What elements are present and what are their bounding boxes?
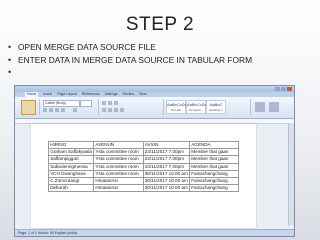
change-styles-icon[interactable] [255, 102, 265, 112]
italic-icon[interactable] [49, 108, 53, 112]
align-center-icon[interactable] [108, 108, 112, 112]
table-cell[interactable]: 30/11/2017 10.00 am [142, 184, 191, 193]
bullet-list: • OPEN MERGE DATA SOURCE FILE • ENTER DA… [8, 41, 318, 79]
style-name: Normal [171, 108, 181, 112]
style-name: No Spaci... [188, 108, 204, 112]
status-text: Page: 1 of 1 Words: 95 English (India) [18, 231, 78, 235]
bold-icon[interactable] [43, 108, 47, 112]
word-screenshot: Home Insert Page Layout References Maili… [14, 85, 295, 237]
multilevel-list-icon[interactable] [114, 101, 118, 105]
align-left-icon[interactable] [102, 108, 106, 112]
table-cell[interactable]: 23/11/2017 7.00pm [142, 162, 191, 171]
window-controls [275, 87, 292, 91]
table-row: Sabiwiernigmemia Ysta committee room 23/… [47, 162, 240, 171]
header-cell[interactable]: AVENUN [93, 140, 144, 150]
align-right-icon[interactable] [114, 108, 118, 112]
close-icon[interactable] [287, 87, 292, 91]
font-color-icon[interactable] [73, 108, 77, 112]
vertical-scrollbar[interactable] [288, 123, 294, 225]
table-cell[interactable]: Fainachangchang [189, 184, 240, 193]
paragraph-group [99, 99, 164, 115]
table-cell[interactable]: Ysta committee room [93, 155, 144, 164]
merge-data-table: HIRING AVENUN AVIUN AGENDA Graham Saffak… [47, 140, 240, 193]
table-cell[interactable]: Saffampiggart [47, 155, 95, 164]
maximize-icon[interactable] [281, 87, 286, 91]
font-group: Calibri (Body) [40, 99, 99, 115]
table-cell[interactable]: 30/11/2017 10.00 am [142, 169, 191, 179]
style-preview: AaBbCcDc [187, 102, 207, 107]
styles-group: AaBbCcDc Normal AaBbCcDc No Spaci... AaB… [164, 99, 251, 115]
editing-icon[interactable] [269, 102, 279, 112]
table-row: VCH Dwanghana Ysta committee room 30/11/… [47, 169, 240, 179]
style-preview: AaBbC [209, 102, 223, 107]
bullet-text: OPEN MERGE DATA SOURCE FILE [18, 42, 156, 52]
document-page[interactable]: HIRING AVENUN AVIUN AGENDA Graham Saffak… [31, 124, 256, 228]
style-name: Heading 1 [209, 108, 223, 112]
table-cell[interactable]: Ysta committee room [93, 162, 144, 171]
document-area: HIRING AVENUN AVIUN AGENDA Graham Saffak… [15, 119, 294, 230]
header-cell[interactable]: AVIUN [142, 140, 191, 150]
table-cell[interactable]: Hmatanrun [93, 177, 144, 186]
table-row: Graham Saffakyaala Ysta committee room 2… [47, 148, 240, 157]
header-cell[interactable]: AGENDA [189, 140, 240, 150]
underline-icon[interactable] [55, 108, 59, 112]
style-heading-1[interactable]: AaBbC Heading 1 [206, 100, 226, 114]
justify-icon[interactable] [120, 108, 124, 112]
table-cell[interactable]: 30/11/2017 10.00 am [142, 177, 191, 186]
bullet-item: • ENTER DATA IN MERGE DATA SOURCE IN TAB… [8, 54, 318, 67]
header-cell[interactable]: HIRING [47, 140, 95, 150]
table-cell[interactable]: Member that gaan [189, 162, 240, 171]
table-row: C.Zomcraangt Hmatanrun 30/11/2017 10.00 … [47, 177, 240, 186]
minimize-icon[interactable] [275, 87, 280, 91]
word-titlebar [15, 86, 294, 92]
table-cell[interactable]: Ysta committee room [93, 169, 144, 179]
bullets-icon[interactable] [102, 101, 106, 105]
table-cell[interactable]: Graham Saffakyaala [47, 148, 95, 157]
style-no-spacing[interactable]: AaBbCcDc No Spaci... [186, 100, 207, 114]
table-cell[interactable]: 23/11/2017 7.00pm [142, 155, 191, 164]
table-cell[interactable]: 23/11/2017 7.00pm [142, 148, 191, 157]
paste-icon[interactable] [21, 100, 36, 115]
table-cell[interactable]: Deburah [47, 184, 95, 193]
table-cell[interactable]: Fainachangchang [189, 169, 240, 179]
status-bar: Page: 1 of 1 Words: 95 English (India) [15, 229, 294, 236]
table-cell[interactable]: Member that gaan [189, 148, 240, 157]
bullet-dot-icon: • [8, 42, 12, 52]
bullet-text: ENTER DATA IN MERGE DATA SOURCE IN TABUL… [18, 54, 253, 65]
font-size-select[interactable] [80, 100, 92, 107]
table-row: Deburah Hmatanrun 30/11/2017 10.00 am Fa… [47, 184, 240, 193]
table-cell[interactable]: Ysta committee room [93, 148, 144, 157]
clipboard-group [17, 99, 40, 115]
style-preview: AaBbCcDc [167, 102, 187, 107]
bullet-dot-icon: • [8, 67, 12, 77]
table-cell[interactable]: Fainachangchang [189, 177, 240, 186]
table-row: Saffampiggart Ysta committee room 23/11/… [47, 155, 240, 164]
editing-group [251, 99, 291, 115]
bullet-dot-icon: • [8, 54, 12, 65]
bullet-item: • OPEN MERGE DATA SOURCE FILE [8, 41, 318, 54]
table-cell[interactable]: VCH Dwanghana [47, 169, 95, 179]
slide-title: STEP 2 [125, 14, 195, 35]
table-cell[interactable]: Sabiwiernigmemia [47, 162, 95, 171]
font-name-select[interactable]: Calibri (Body) [43, 100, 80, 107]
table-header-row: HIRING AVENUN AVIUN AGENDA [47, 140, 240, 150]
numbering-icon[interactable] [108, 101, 112, 105]
bullet-item: • [8, 66, 318, 79]
table-cell[interactable]: Member that gaan [189, 155, 240, 164]
table-cell[interactable]: Hmatanrun [93, 184, 144, 193]
strikethrough-icon[interactable] [61, 108, 65, 112]
ribbon: Calibri (Body) AaBbCcDc Normal AaBbCcDc [15, 97, 294, 119]
style-normal[interactable]: AaBbCcDc Normal [166, 100, 187, 114]
table-cell[interactable]: C.Zomcraangt [47, 177, 95, 186]
